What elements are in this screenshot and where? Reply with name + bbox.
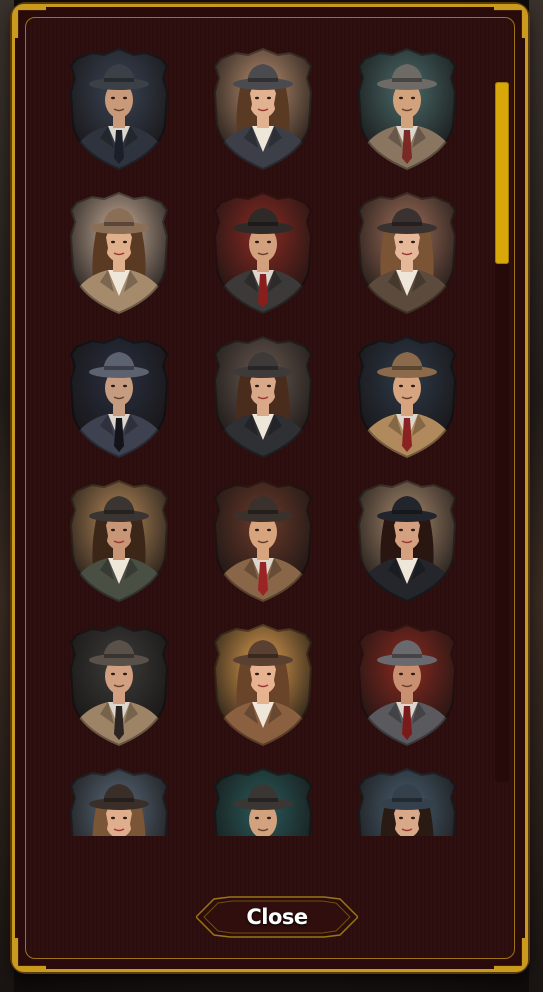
avatar-option-2[interactable] (214, 48, 312, 170)
avatar-option-4[interactable] (70, 192, 168, 314)
detective-woman-portrait-icon (358, 192, 456, 314)
scrollbar-thumb[interactable] (495, 82, 509, 264)
close-button-label: Close (246, 905, 308, 929)
detective-man-portrait-icon (70, 336, 168, 458)
scrollbar-track[interactable] (495, 82, 509, 782)
detective-man-portrait-icon (214, 480, 312, 602)
detective-woman-portrait-icon (214, 624, 312, 746)
detective-woman-portrait-icon (214, 336, 312, 458)
avatar-option-10[interactable] (70, 480, 168, 602)
avatar-option-15[interactable] (358, 624, 456, 746)
avatar-option-8[interactable] (214, 336, 312, 458)
avatar-option-1[interactable] (70, 48, 168, 170)
close-button[interactable]: Close (196, 895, 358, 939)
avatar-option-16[interactable] (70, 768, 168, 836)
avatar-option-9[interactable] (358, 336, 456, 458)
backdrop-edge-right (529, 0, 543, 992)
detective-woman-portrait-icon (70, 768, 168, 836)
detective-woman-portrait-icon (358, 768, 456, 836)
detective-woman-portrait-icon (70, 192, 168, 314)
detective-man-portrait-icon (214, 768, 312, 836)
detective-woman-portrait-icon (358, 480, 456, 602)
avatar-option-14[interactable] (214, 624, 312, 746)
avatar-grid (56, 46, 476, 836)
avatar-option-12[interactable] (358, 480, 456, 602)
detective-man-portrait-icon (358, 336, 456, 458)
detective-woman-portrait-icon (70, 480, 168, 602)
avatar-option-5[interactable] (214, 192, 312, 314)
avatar-option-13[interactable] (70, 624, 168, 746)
detective-man-portrait-icon (358, 48, 456, 170)
avatar-option-7[interactable] (70, 336, 168, 458)
avatar-option-3[interactable] (358, 48, 456, 170)
detective-man-portrait-icon (70, 624, 168, 746)
detective-man-portrait-icon (358, 624, 456, 746)
avatar-option-6[interactable] (358, 192, 456, 314)
avatar-option-18[interactable] (358, 768, 456, 836)
avatar-option-17[interactable] (214, 768, 312, 836)
avatar-option-11[interactable] (214, 480, 312, 602)
detective-man-portrait-icon (70, 48, 168, 170)
detective-man-portrait-icon (214, 192, 312, 314)
detective-woman-portrait-icon (214, 48, 312, 170)
